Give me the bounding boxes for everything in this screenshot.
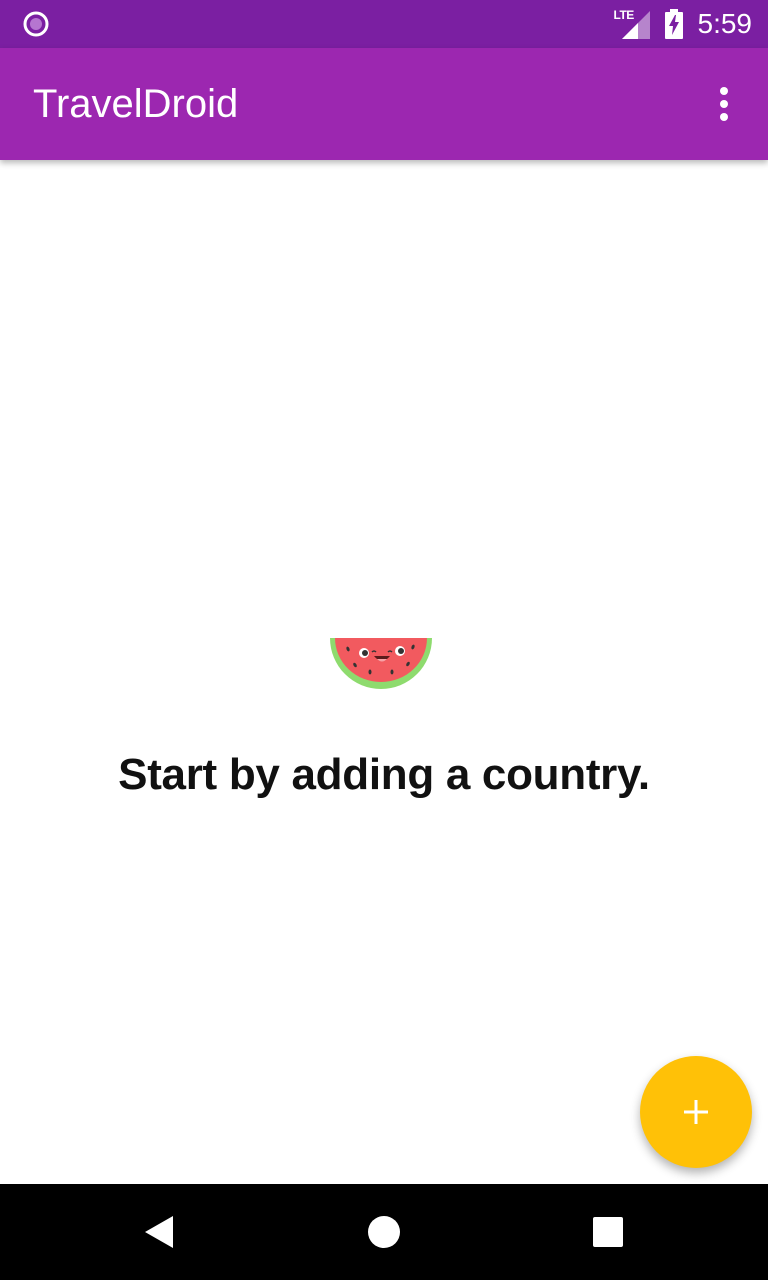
nav-recents-button[interactable] (584, 1208, 632, 1256)
battery-charging-icon (664, 9, 683, 39)
back-triangle-icon (145, 1216, 173, 1248)
nav-home-button[interactable] (360, 1208, 408, 1256)
plus-icon (684, 1100, 708, 1124)
recents-square-icon (593, 1217, 623, 1247)
empty-state-message: Start by adding a country. (118, 750, 650, 799)
watermelon-icon (330, 638, 432, 689)
status-bar: LTE 5:59 (0, 0, 768, 48)
app-title: TravelDroid (33, 82, 239, 126)
network-indicator: LTE (614, 9, 650, 39)
system-nav-bar (0, 1184, 768, 1280)
status-time: 5:59 (697, 8, 753, 39)
cell-signal-icon (621, 11, 650, 39)
app-bar: TravelDroid (0, 48, 768, 160)
circle-notification-icon (23, 11, 49, 37)
more-vert-icon (720, 87, 728, 121)
home-circle-icon (368, 1216, 400, 1248)
add-country-button[interactable] (640, 1056, 752, 1168)
overflow-menu-button[interactable] (700, 80, 748, 128)
empty-state: Start by adding a country. (0, 160, 768, 1184)
nav-back-button[interactable] (136, 1208, 184, 1256)
